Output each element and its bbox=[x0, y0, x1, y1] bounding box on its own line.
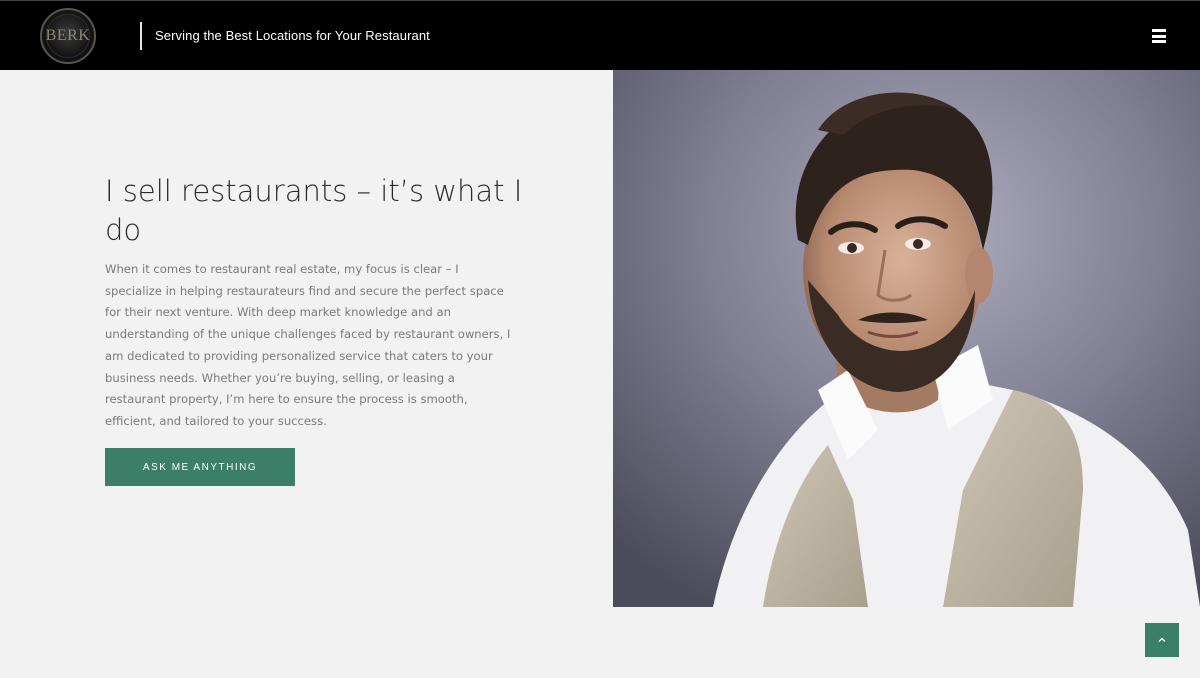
hero-description: When it comes to restaurant real estate,… bbox=[105, 262, 511, 428]
ask-me-anything-button[interactable]: ASK ME ANYTHING bbox=[105, 448, 295, 486]
site-header: BERK Serving the Best Locations for Your… bbox=[0, 0, 1200, 70]
menu-bar bbox=[1152, 29, 1166, 32]
hero-text-section: I sell restaurants – it’s what I do When… bbox=[0, 70, 613, 607]
back-to-top-button[interactable] bbox=[1145, 623, 1179, 657]
portrait-photo bbox=[613, 70, 1200, 607]
chevron-up-icon bbox=[1158, 637, 1166, 642]
menu-bar bbox=[1152, 34, 1166, 38]
hero-title: I sell restaurants – it’s what I do bbox=[105, 174, 523, 247]
page: BERK Serving the Best Locations for Your… bbox=[0, 0, 1200, 678]
footer-strip bbox=[0, 607, 1200, 678]
header-tagline: Serving the Best Locations for Your Rest… bbox=[155, 28, 430, 43]
menu-bar bbox=[1152, 40, 1166, 43]
hamburger-menu-icon[interactable] bbox=[1150, 28, 1168, 44]
logo[interactable]: BERK bbox=[40, 8, 96, 64]
header-divider bbox=[140, 22, 142, 50]
logo-text: BERK bbox=[45, 27, 91, 44]
portrait-illustration bbox=[613, 70, 1200, 607]
